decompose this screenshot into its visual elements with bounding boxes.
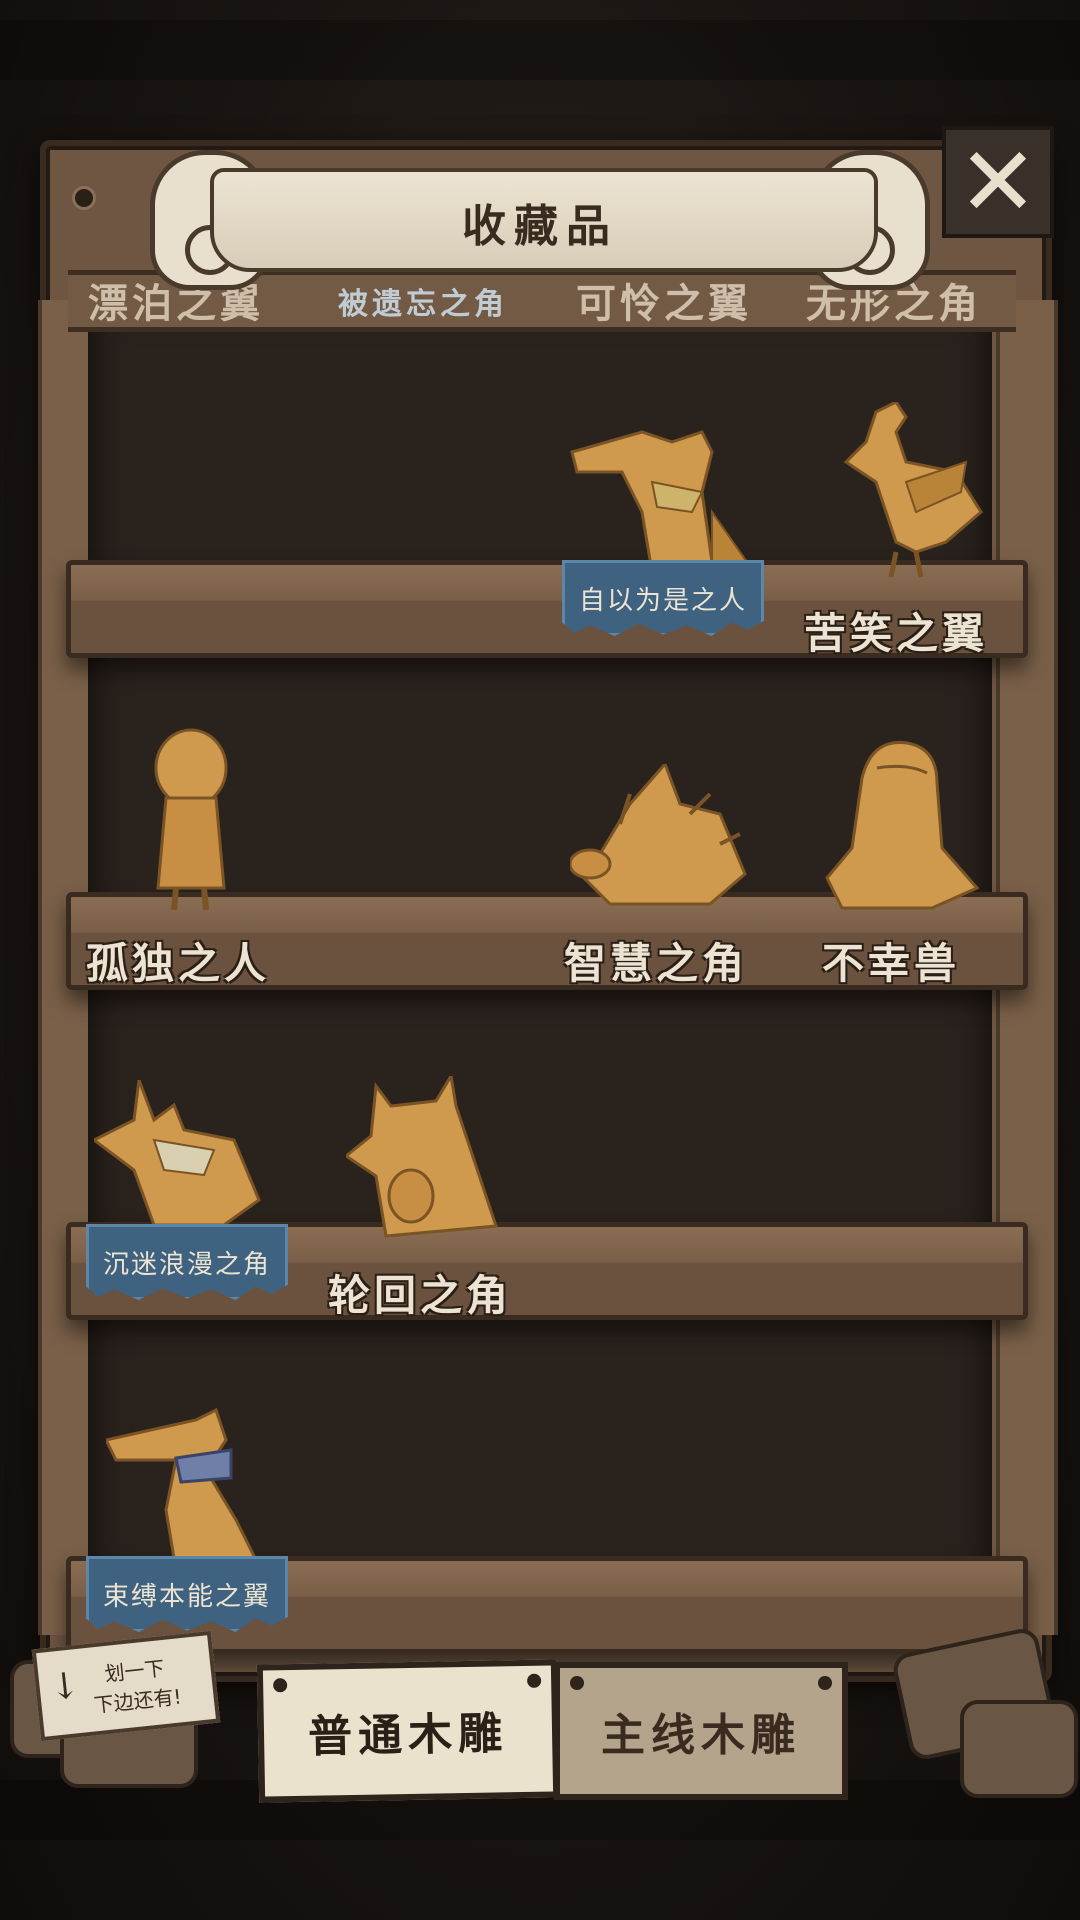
item-label: 孤独之人 <box>86 939 271 988</box>
close-icon: ✕ <box>957 126 1039 238</box>
item-label: 不幸兽 <box>822 939 961 988</box>
item-label: 束缚本能之翼 <box>102 1581 271 1612</box>
figure-tortoise[interactable] <box>570 764 750 914</box>
figure-seal[interactable] <box>822 738 982 913</box>
item-label: 轮回之角 <box>328 1271 513 1320</box>
item-label: 智慧之角 <box>564 939 749 988</box>
close-button[interactable]: ✕ <box>942 126 1054 238</box>
figure-girl[interactable] <box>146 728 236 913</box>
figure-pelican[interactable] <box>106 1400 266 1575</box>
figure-rhino[interactable] <box>94 1080 274 1230</box>
tab-main-carvings[interactable]: 主线木雕 <box>554 1662 848 1800</box>
scroll-hint-sign: ↓ 划一下 下边还有! <box>31 1630 221 1742</box>
tab-normal-carvings[interactable]: 普通木雕 <box>256 1659 560 1803</box>
partial-label: 可怜之翼 <box>576 280 752 327</box>
figure-rooster[interactable] <box>836 402 986 582</box>
item-label: 苦笑之翼 <box>804 609 989 658</box>
page-title: 收藏品 <box>462 201 618 252</box>
partial-label: 被遗忘之角 <box>338 287 508 322</box>
title-banner: 收藏品 <box>150 150 930 290</box>
figure-ox[interactable] <box>346 1076 506 1241</box>
cabinet-nail <box>72 186 96 210</box>
item-label: 自以为是之人 <box>578 585 747 616</box>
tab-label: 主线木雕 <box>601 1710 801 1761</box>
rock <box>960 1700 1078 1798</box>
tab-label: 普通木雕 <box>307 1708 509 1763</box>
item-label: 沉迷浪漫之角 <box>102 1249 271 1280</box>
figure-tapir[interactable] <box>562 412 762 582</box>
